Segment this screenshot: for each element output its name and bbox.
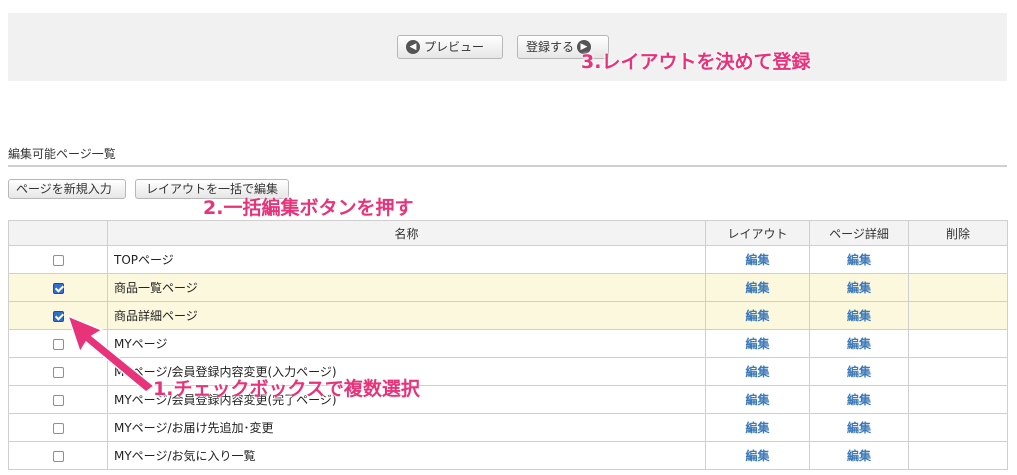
table-row: MYページ/お届け先追加･変更 編集 編集 bbox=[8, 413, 1008, 442]
detail-cell: 編集 bbox=[809, 357, 909, 386]
delete-cell[interactable] bbox=[908, 357, 1008, 386]
annotation-arrow-icon bbox=[66, 314, 156, 393]
detail-cell: 編集 bbox=[809, 385, 909, 414]
detail-edit-link[interactable]: 編集 bbox=[847, 253, 871, 267]
page-name: MYページ/お届け先追加･変更 bbox=[107, 413, 706, 442]
row-select-checkbox[interactable] bbox=[52, 450, 64, 462]
delete-cell[interactable] bbox=[908, 385, 1008, 414]
page-name: TOPページ bbox=[107, 245, 706, 274]
delete-cell[interactable] bbox=[908, 441, 1008, 470]
preview-label: プレビュー bbox=[424, 40, 485, 54]
delete-cell[interactable] bbox=[908, 413, 1008, 442]
detail-edit-link[interactable]: 編集 bbox=[847, 449, 871, 463]
layout-cell: 編集 bbox=[705, 357, 810, 386]
layout-edit-link[interactable]: 編集 bbox=[745, 281, 769, 295]
preview-button[interactable]: ◀ プレビュー bbox=[397, 35, 503, 59]
page-list-table: 名称 レイアウト ページ詳細 削除 TOPページ 編集 編集 商品一覧ページ 編集 編集商… bbox=[8, 220, 1008, 470]
delete-cell[interactable] bbox=[908, 329, 1008, 358]
row-select-cell bbox=[8, 413, 108, 442]
layout-edit-link[interactable]: 編集 bbox=[745, 365, 769, 379]
detail-cell: 編集 bbox=[809, 413, 909, 442]
layout-edit-link[interactable]: 編集 bbox=[745, 337, 769, 351]
header-name: 名称 bbox=[107, 220, 706, 246]
delete-cell[interactable] bbox=[908, 273, 1008, 302]
table-row: MYページ/お気に入り一覧 編集 編集 bbox=[8, 441, 1008, 470]
detail-edit-link[interactable]: 編集 bbox=[847, 393, 871, 407]
detail-edit-link[interactable]: 編集 bbox=[847, 281, 871, 295]
row-select-checkbox[interactable] bbox=[52, 366, 64, 378]
page-name: MYページ/お気に入り一覧 bbox=[107, 441, 706, 470]
detail-cell: 編集 bbox=[809, 245, 909, 274]
page-name: 商品詳細ページ bbox=[107, 301, 706, 330]
layout-edit-link[interactable]: 編集 bbox=[745, 421, 769, 435]
layout-edit-link[interactable]: 編集 bbox=[745, 253, 769, 267]
annotation-step-2: 2.一括編集ボタンを押す bbox=[203, 197, 414, 219]
section-divider bbox=[8, 165, 1007, 167]
delete-cell[interactable] bbox=[908, 301, 1008, 330]
row-select-cell bbox=[8, 245, 108, 274]
layout-edit-link[interactable]: 編集 bbox=[745, 449, 769, 463]
detail-edit-link[interactable]: 編集 bbox=[847, 309, 871, 323]
row-select-checkbox[interactable] bbox=[52, 282, 64, 294]
table-row: 商品一覧ページ 編集 編集 bbox=[8, 273, 1008, 302]
layout-edit-link[interactable]: 編集 bbox=[745, 309, 769, 323]
header-checkbox bbox=[8, 220, 108, 246]
row-select-checkbox[interactable] bbox=[52, 254, 64, 266]
row-select-checkbox[interactable] bbox=[52, 310, 64, 322]
table-row: MYページ 編集 編集 bbox=[8, 329, 1008, 358]
new-page-button[interactable]: ページを新規入力 bbox=[8, 179, 126, 199]
page-name: MYページ bbox=[107, 329, 706, 358]
header-delete: 削除 bbox=[908, 220, 1008, 246]
row-select-checkbox[interactable] bbox=[52, 338, 64, 350]
table-header-row: 名称 レイアウト ページ詳細 削除 bbox=[8, 220, 1008, 246]
page-name: 商品一覧ページ bbox=[107, 273, 706, 302]
row-select-checkbox[interactable] bbox=[52, 394, 64, 406]
detail-edit-link[interactable]: 編集 bbox=[847, 421, 871, 435]
layout-cell: 編集 bbox=[705, 413, 810, 442]
layout-edit-link[interactable]: 編集 bbox=[745, 393, 769, 407]
section-title: 編集可能ページ一覧 bbox=[8, 147, 116, 161]
detail-cell: 編集 bbox=[809, 441, 909, 470]
row-select-cell bbox=[8, 441, 108, 470]
delete-cell[interactable] bbox=[908, 245, 1008, 274]
header-page-detail: ページ詳細 bbox=[809, 220, 909, 246]
layout-cell: 編集 bbox=[705, 385, 810, 414]
annotation-step-1: 1.チェックボックスで複数選択 bbox=[153, 378, 420, 400]
detail-cell: 編集 bbox=[809, 273, 909, 302]
arrow-left-circle-icon: ◀ bbox=[406, 39, 420, 54]
annotation-step-3: 3.レイアウトを決めて登録 bbox=[581, 51, 811, 73]
layout-cell: 編集 bbox=[705, 441, 810, 470]
action-toolbar bbox=[8, 13, 1007, 81]
table-row: TOPページ 編集 編集 bbox=[8, 245, 1008, 274]
layout-cell: 編集 bbox=[705, 245, 810, 274]
layout-cell: 編集 bbox=[705, 273, 810, 302]
row-select-checkbox[interactable] bbox=[52, 422, 64, 434]
detail-edit-link[interactable]: 編集 bbox=[847, 365, 871, 379]
layout-cell: 編集 bbox=[705, 329, 810, 358]
register-label: 登録する bbox=[526, 40, 575, 54]
header-layout: レイアウト bbox=[705, 220, 810, 246]
row-select-cell bbox=[8, 273, 108, 302]
detail-cell: 編集 bbox=[809, 301, 909, 330]
detail-cell: 編集 bbox=[809, 329, 909, 358]
layout-cell: 編集 bbox=[705, 301, 810, 330]
detail-edit-link[interactable]: 編集 bbox=[847, 337, 871, 351]
table-row: 商品詳細ページ 編集 編集 bbox=[8, 301, 1008, 330]
